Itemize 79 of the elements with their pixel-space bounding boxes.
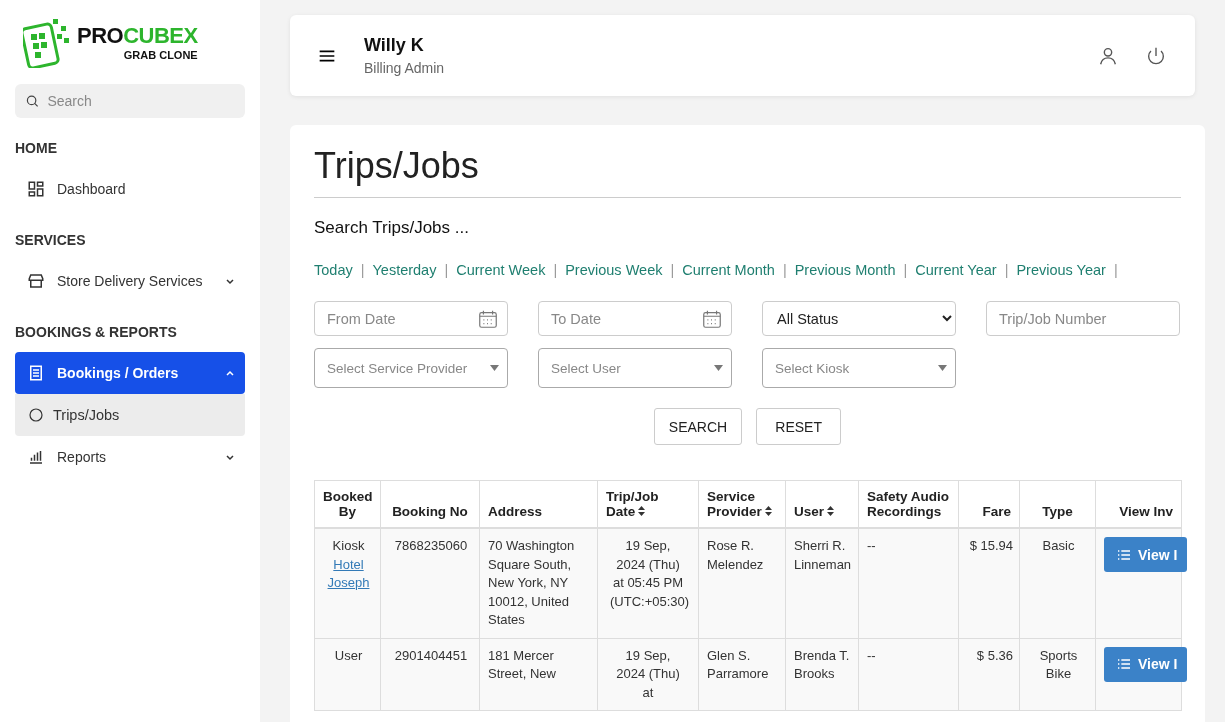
date-input-box[interactable]: To Date <box>538 301 732 336</box>
document-icon <box>27 364 45 382</box>
nav-item[interactable]: Reports <box>15 436 245 478</box>
user-name: Willy K <box>364 35 425 56</box>
table-cell: 181 Mercer Street, New <box>479 638 598 711</box>
date-range-link[interactable]: Current Year <box>915 262 997 278</box>
booked-by-text: User <box>334 647 363 663</box>
table-cell: 19 Sep, 2024 (Thu) at 05:45 PM (UTC:+05:30) <box>597 528 699 638</box>
brand-name: PROCUBEX <box>77 23 198 49</box>
list-icon <box>1116 656 1132 672</box>
nav-section-heading: HOME <box>15 140 58 156</box>
separator: | <box>444 262 449 278</box>
search-input[interactable]: Search <box>45 92 235 110</box>
table-cell: Rose R. Melendez <box>698 528 786 638</box>
table-cell: Sherri R. Linneman <box>785 528 859 638</box>
separator: | <box>670 262 675 278</box>
table-cell: Glen S. Parramore <box>698 638 786 711</box>
select-box[interactable]: Select Kiosk <box>762 348 956 388</box>
separator: | <box>553 262 558 278</box>
nav-section-heading: SERVICES <box>15 232 87 248</box>
kiosk-link[interactable]: Hotel Joseph <box>323 555 374 593</box>
separator: | <box>1113 262 1118 278</box>
user-role: Billing Admin <box>364 60 446 76</box>
filter-button[interactable]: SEARCH <box>653 408 743 445</box>
separator: | <box>360 262 365 278</box>
table-cell: $ 5.36 <box>958 638 1020 711</box>
chevron-icon <box>225 276 235 286</box>
chevron-icon <box>225 452 235 462</box>
separator: | <box>782 262 787 278</box>
table-cell: 2901404451 <box>380 638 480 711</box>
sort-icon <box>827 506 835 516</box>
select-box[interactable]: Select User <box>538 348 732 388</box>
page-title: Trips/Jobs <box>314 145 1181 198</box>
logo-icon <box>23 16 71 68</box>
select-box[interactable]: Select Service Provider <box>314 348 508 388</box>
date-range-link[interactable]: Current Month <box>682 262 775 278</box>
table-cell: -- <box>858 638 959 711</box>
table-cell: Sports Bike <box>1019 638 1096 711</box>
date-range-link[interactable]: Previous Month <box>794 262 896 278</box>
brand-tagline: GRAB CLONE <box>123 49 198 61</box>
view-invoice-button[interactable]: View I <box>1104 646 1188 682</box>
search-icon <box>25 93 40 109</box>
trip-number-input-box[interactable]: Trip/Job Number <box>986 301 1180 336</box>
separator: | <box>1004 262 1009 278</box>
dashboard-icon <box>27 180 45 198</box>
nav-item[interactable]: Store Delivery Services <box>15 260 245 302</box>
table-cell: 7868235060 <box>380 528 480 638</box>
nav-item[interactable]: Bookings / Orders <box>15 352 245 394</box>
nav-subitem[interactable]: Trips/Jobs <box>15 394 245 436</box>
separator: | <box>903 262 908 278</box>
bar-chart-icon <box>27 448 45 466</box>
table-cell: -- <box>858 528 959 638</box>
booked-by-text: Kiosk <box>332 538 365 553</box>
date-range-link[interactable]: Previous Year <box>1016 262 1106 278</box>
search-field[interactable]: Search <box>15 84 245 118</box>
date-range-link[interactable]: Today <box>314 262 353 278</box>
dropdown-arrow-icon <box>490 365 499 371</box>
dropdown-arrow-icon <box>714 365 723 371</box>
dropdown-arrow-icon <box>938 365 947 371</box>
table-cell: $ 15.94 <box>958 528 1020 638</box>
search-heading: Search Trips/Jobs ... <box>314 218 470 238</box>
circle-icon <box>27 406 45 424</box>
date-range-link[interactable]: Previous Week <box>565 262 663 278</box>
sort-icon <box>764 506 772 516</box>
date-range-link[interactable]: Current Week <box>456 262 546 278</box>
nav-section-heading: BOOKINGS & REPORTS <box>15 324 178 340</box>
table-cell: Brenda T. Brooks <box>785 638 859 711</box>
table-cell: 70 Washington Square South, New York, NY 10012, United States <box>479 528 598 638</box>
chevron-icon <box>225 368 235 378</box>
sort-icon <box>638 506 646 516</box>
table-cell: 19 Sep, 2024 (Thu) at <box>597 638 699 711</box>
status-select[interactable]: All Status <box>762 301 956 336</box>
date-input-box[interactable]: From Date <box>314 301 508 336</box>
table-cell: Basic <box>1019 528 1096 638</box>
store-icon <box>27 272 45 290</box>
date-range-link[interactable]: Yesterday <box>372 262 437 278</box>
nav-item[interactable]: Dashboard <box>15 168 245 210</box>
view-invoice-button[interactable]: View I <box>1104 537 1188 572</box>
filter-button[interactable]: RESET <box>756 408 842 445</box>
